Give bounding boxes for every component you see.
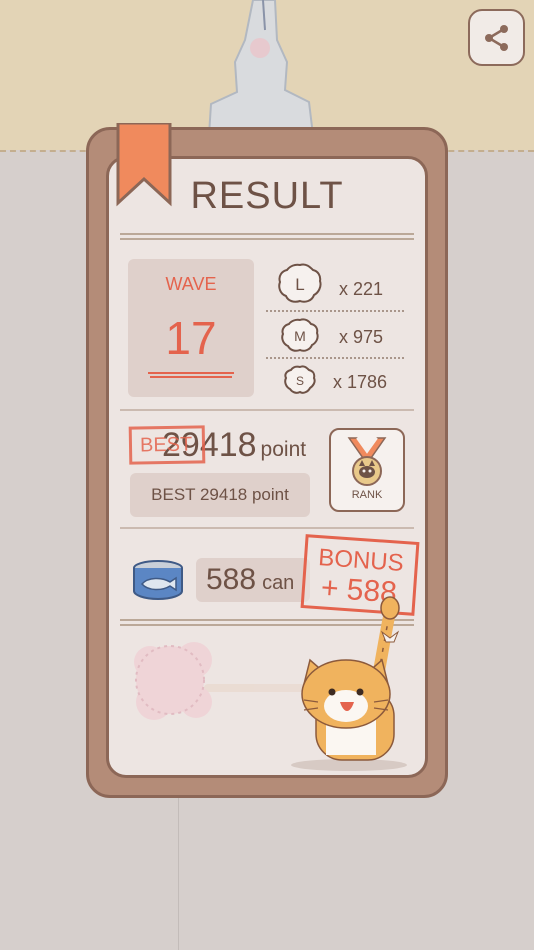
large-count: x 221 [339, 279, 384, 299]
large-badge-letter: L [295, 275, 304, 294]
share-icon [484, 24, 508, 51]
wave-underline [148, 372, 234, 378]
score-unit: point [260, 438, 307, 461]
section-divider [120, 527, 414, 529]
cat-icon [291, 596, 407, 771]
cat-illustration [134, 596, 407, 771]
rank-label: RANK [351, 489, 383, 501]
best-score: BEST 29418 point [130, 473, 310, 517]
wave-label: WAVE [165, 274, 217, 294]
count-divider [266, 357, 404, 359]
result-title: RESULT [190, 175, 344, 217]
medium-badge-letter: M [294, 328, 306, 344]
large-badge-icon: L [278, 263, 322, 303]
feather-toy-icon [134, 642, 314, 720]
title-divider [120, 233, 414, 240]
rank-medal-icon [347, 437, 387, 486]
section-divider [120, 409, 414, 411]
count-divider [266, 310, 404, 312]
share-button[interactable] [468, 9, 525, 66]
best-stamp: BEST [128, 425, 206, 465]
small-badge-icon: S [284, 365, 316, 394]
cat-toy-ghost-icon [207, 0, 315, 135]
medium-count: x 975 [339, 327, 384, 347]
wave-panel: WAVE 17 [128, 259, 254, 397]
medium-badge-icon: M [281, 318, 319, 352]
small-badge-letter: S [296, 374, 304, 388]
rank-button[interactable]: RANK [329, 428, 405, 512]
floor-seam [178, 795, 179, 950]
wave-value: 17 [165, 312, 217, 364]
small-count: x 1786 [333, 372, 388, 392]
